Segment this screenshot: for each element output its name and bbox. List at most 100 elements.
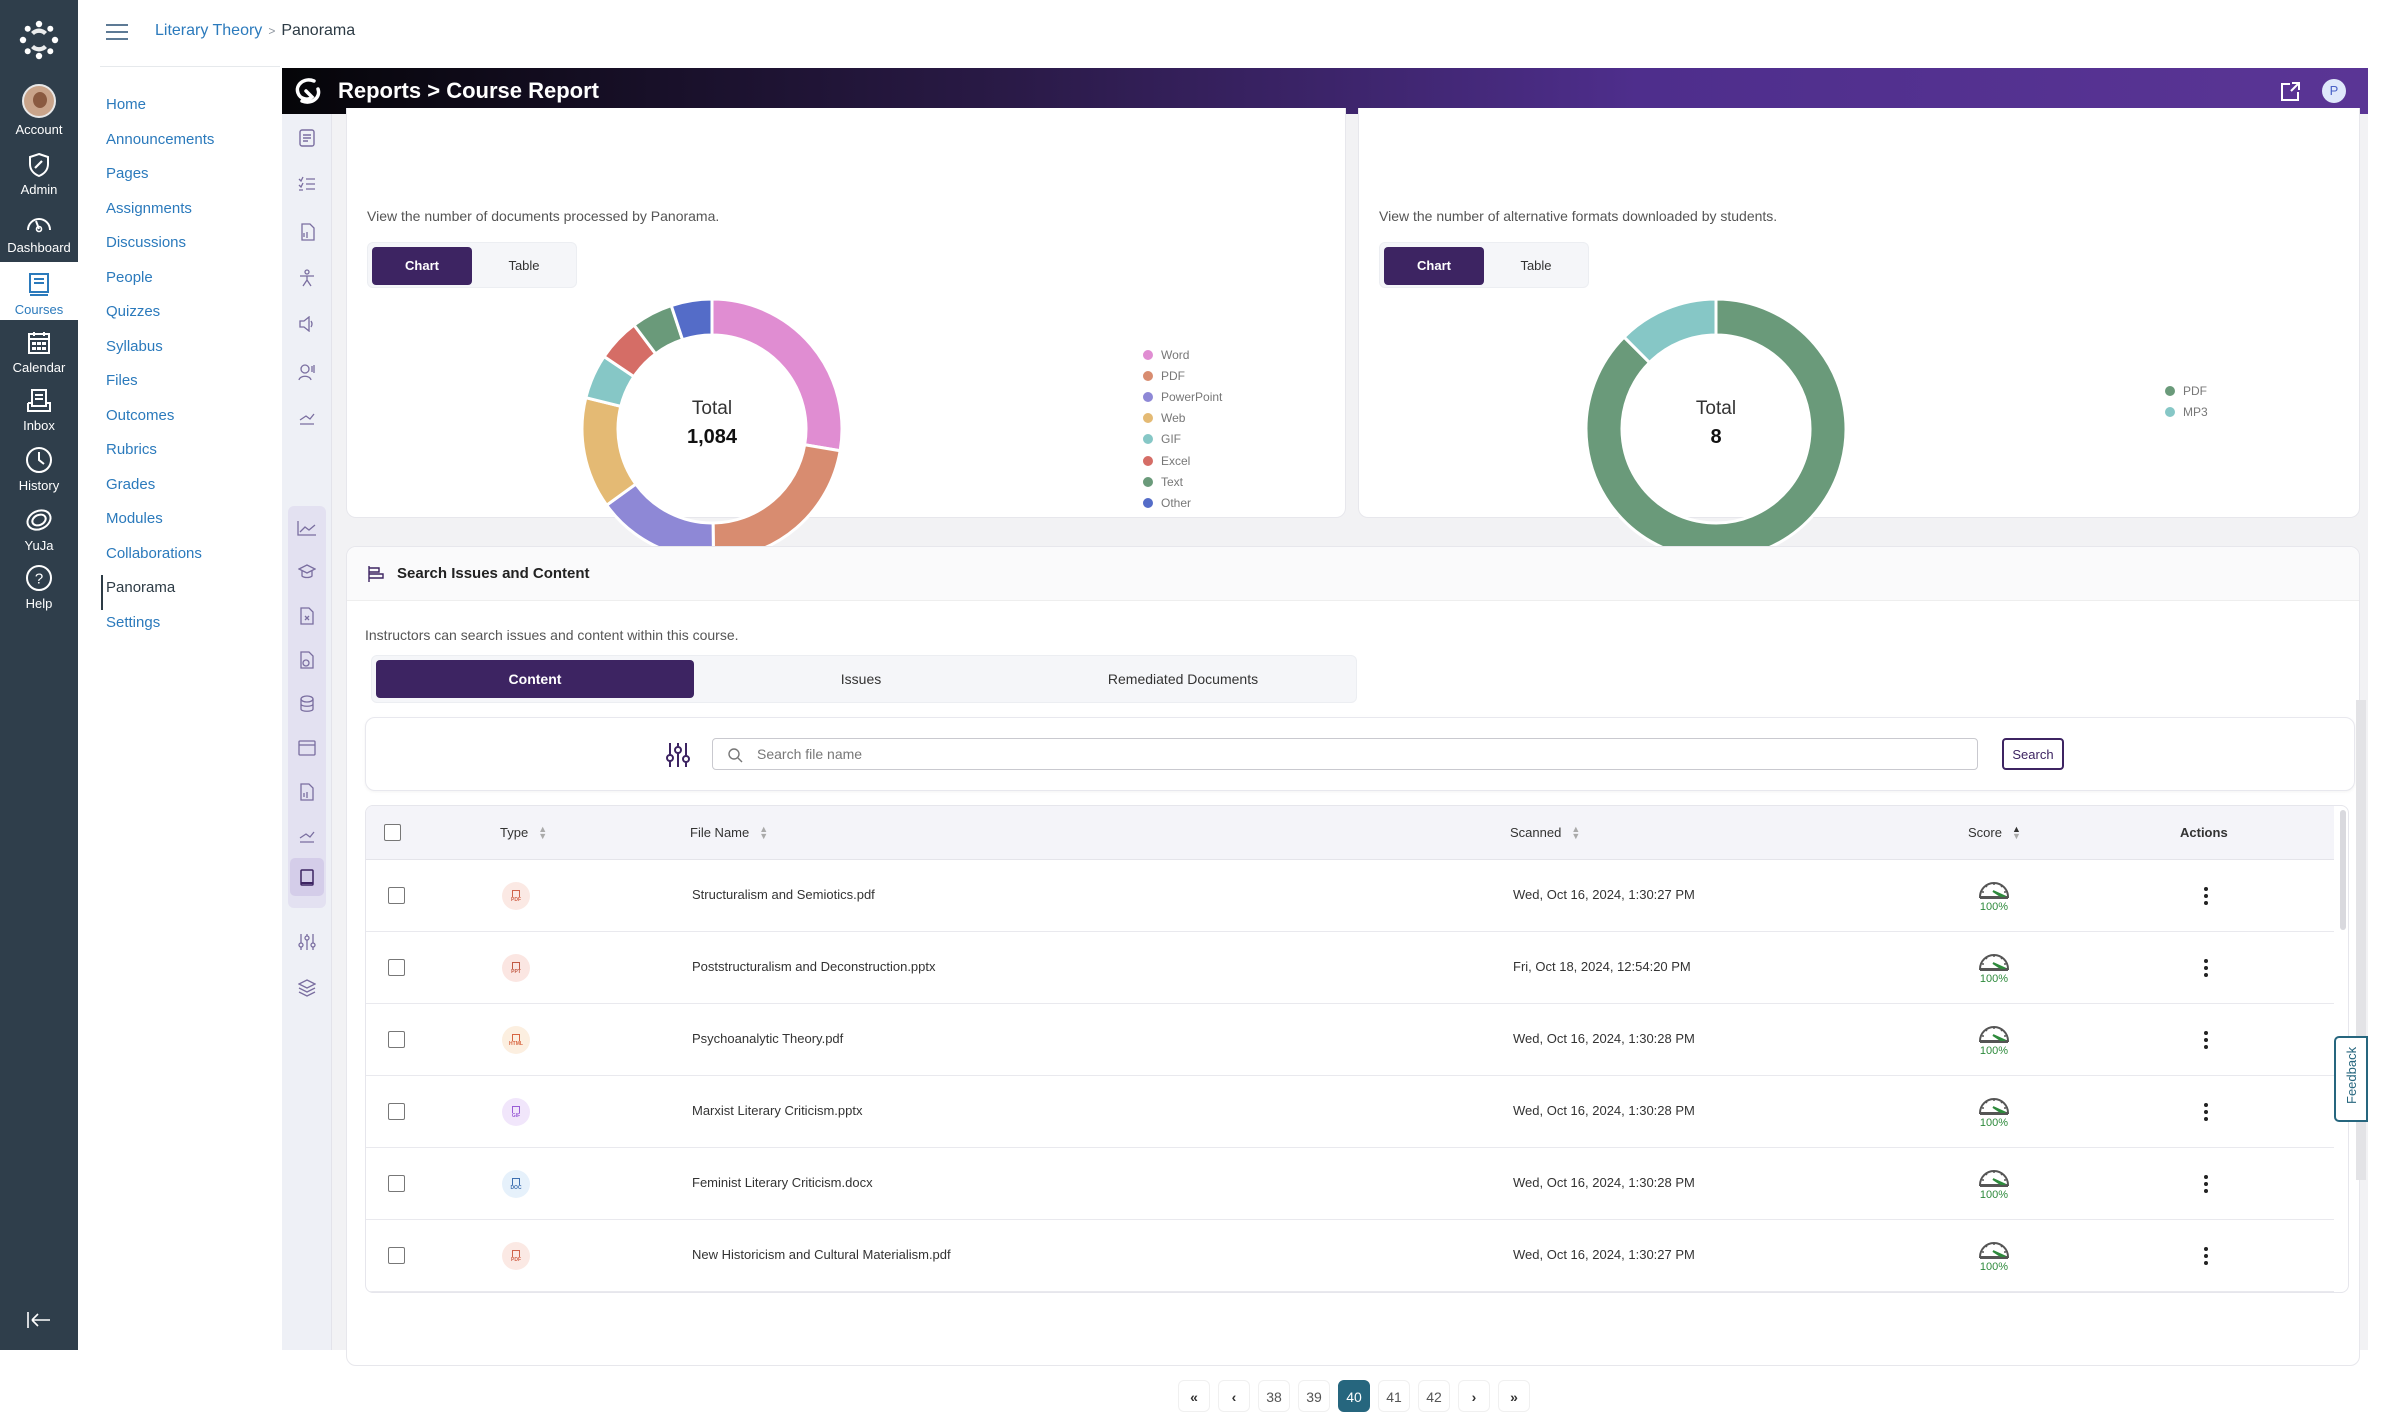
row-actions-menu-icon[interactable] (2196, 1026, 2216, 1054)
course-nav-item-modules[interactable]: Modules (78, 506, 282, 541)
row-actions-menu-icon[interactable] (2196, 1170, 2216, 1198)
legend-item-word[interactable]: Word (1143, 344, 1222, 365)
row-actions-menu-icon[interactable] (2196, 1242, 2216, 1270)
legend-item-pdf[interactable]: PDF (2165, 380, 2208, 401)
course-nav-item-home[interactable]: Home (78, 92, 282, 127)
score-indicator[interactable]: 100% (1974, 1020, 2014, 1057)
file-media-icon[interactable] (295, 648, 319, 672)
file-name[interactable]: New Historicism and Cultural Materialism… (692, 1247, 951, 1262)
page-button-38[interactable]: 38 (1258, 1380, 1290, 1412)
course-nav-item-syllabus[interactable]: Syllabus (78, 334, 282, 369)
row-checkbox[interactable] (388, 1103, 405, 1120)
row-checkbox[interactable] (388, 1175, 405, 1192)
chart-toggle-button[interactable]: Chart (1384, 247, 1484, 285)
global-nav-calendar[interactable]: Calendar (0, 330, 78, 378)
file-name[interactable]: Feminist Literary Criticism.docx (692, 1175, 873, 1190)
score-indicator[interactable]: 100% (1974, 876, 2014, 913)
line-chart-icon[interactable] (295, 516, 319, 540)
signature-icon[interactable] (295, 824, 319, 848)
file-name[interactable]: Structuralism and Semiotics.pdf (692, 887, 875, 902)
file-name[interactable]: Psychoanalytic Theory.pdf (692, 1031, 843, 1046)
audio-file-icon[interactable] (295, 220, 319, 244)
user-avatar[interactable]: P (2322, 79, 2346, 103)
previous-page-button[interactable]: ‹ (1218, 1380, 1250, 1412)
course-nav-item-collaborations[interactable]: Collaborations (78, 541, 282, 576)
chart-toggle-button[interactable]: Chart (372, 247, 472, 285)
voice-user-icon[interactable] (295, 360, 319, 384)
row-checkbox[interactable] (388, 959, 405, 976)
tab-remediated-documents[interactable]: Remediated Documents (1024, 660, 1342, 698)
course-nav-item-rubrics[interactable]: Rubrics (78, 437, 282, 472)
page-button-39[interactable]: 39 (1298, 1380, 1330, 1412)
row-checkbox[interactable] (388, 887, 405, 904)
row-checkbox[interactable] (388, 1031, 405, 1048)
column-header-file-name[interactable]: File Name ▲ ▼ (690, 824, 768, 840)
external-link-icon[interactable] (2278, 80, 2302, 104)
global-nav-courses[interactable]: Courses (0, 262, 78, 320)
checklist-icon[interactable] (295, 172, 319, 196)
course-nav-item-announcements[interactable]: Announcements (78, 127, 282, 162)
tab-issues[interactable]: Issues (702, 660, 1020, 698)
course-nav-item-pages[interactable]: Pages (78, 161, 282, 196)
score-indicator[interactable]: 100% (1974, 1236, 2014, 1273)
search-input[interactable] (757, 742, 1957, 766)
speaker-icon[interactable] (295, 312, 319, 336)
select-all-checkbox[interactable] (384, 824, 401, 841)
audio-doc-icon[interactable] (295, 780, 319, 804)
page-button-41[interactable]: 41 (1378, 1380, 1410, 1412)
donut-slice-pdf[interactable] (711, 442, 842, 561)
score-indicator[interactable]: 100% (1974, 1164, 2014, 1201)
course-nav-item-quizzes[interactable]: Quizzes (78, 299, 282, 334)
layers-icon[interactable] (295, 976, 319, 1000)
score-indicator[interactable]: 100% (1974, 1092, 2014, 1129)
course-nav-item-outcomes[interactable]: Outcomes (78, 403, 282, 438)
legend-item-excel[interactable]: Excel (1143, 450, 1222, 471)
collapse-left-icon[interactable] (26, 1310, 52, 1330)
file-name[interactable]: Poststructuralism and Deconstruction.ppt… (692, 959, 936, 974)
legend-item-pdf[interactable]: PDF (1143, 365, 1222, 386)
legend-item-gif[interactable]: GIF (1143, 429, 1222, 450)
legend-item-other[interactable]: Other (1143, 492, 1222, 513)
column-header-type[interactable]: Type ▲ ▼ (500, 824, 547, 840)
course-nav-item-people[interactable]: People (78, 265, 282, 300)
course-nav-item-discussions[interactable]: Discussions (78, 230, 282, 265)
last-page-button[interactable]: » (1498, 1380, 1530, 1412)
filter-sliders-icon[interactable] (666, 742, 690, 768)
row-actions-menu-icon[interactable] (2196, 954, 2216, 982)
legend-item-mp3[interactable]: MP3 (2165, 401, 2208, 422)
global-nav-dashboard[interactable]: Dashboard (0, 212, 78, 260)
global-nav-history[interactable]: History (0, 446, 78, 494)
tablet-icon[interactable] (295, 866, 319, 890)
column-header-scanned[interactable]: Scanned ▲ ▼ (1510, 824, 1580, 840)
sign-icon[interactable] (295, 406, 319, 430)
donut-slice-web[interactable] (580, 395, 638, 508)
legend-item-powerpoint[interactable]: PowerPoint (1143, 386, 1222, 407)
file-name[interactable]: Marxist Literary Criticism.pptx (692, 1103, 862, 1118)
course-nav-item-files[interactable]: Files (78, 368, 282, 403)
course-nav-item-settings[interactable]: Settings (78, 610, 282, 645)
database-icon[interactable] (295, 692, 319, 716)
hamburger-menu-icon[interactable] (106, 24, 128, 40)
table-toggle-button[interactable]: Table (476, 247, 572, 285)
feedback-tab[interactable]: Feedback (2334, 1036, 2368, 1122)
search-button[interactable]: Search (2002, 738, 2064, 770)
global-nav-yuja[interactable]: YuJa (0, 506, 78, 554)
next-page-button[interactable]: › (1458, 1380, 1490, 1412)
row-actions-menu-icon[interactable] (2196, 1098, 2216, 1126)
legend-item-text[interactable]: Text (1143, 471, 1222, 492)
score-indicator[interactable]: 100% (1974, 948, 2014, 985)
global-nav-account[interactable]: Account (0, 84, 78, 142)
course-nav-item-panorama[interactable]: Panorama (101, 575, 282, 610)
global-nav-inbox[interactable]: Inbox (0, 388, 78, 436)
row-checkbox[interactable] (388, 1247, 405, 1264)
table-toggle-button[interactable]: Table (1488, 247, 1584, 285)
legend-item-web[interactable]: Web (1143, 408, 1222, 429)
course-nav-item-grades[interactable]: Grades (78, 472, 282, 507)
sliders-icon[interactable] (295, 930, 319, 954)
report-icon[interactable] (295, 126, 319, 150)
row-actions-menu-icon[interactable] (2196, 882, 2216, 910)
global-nav-admin[interactable]: Admin (0, 152, 78, 200)
global-nav-help[interactable]: ? Help (0, 564, 78, 612)
first-page-button[interactable]: « (1178, 1380, 1210, 1412)
canvas-logo-icon[interactable] (17, 18, 61, 62)
